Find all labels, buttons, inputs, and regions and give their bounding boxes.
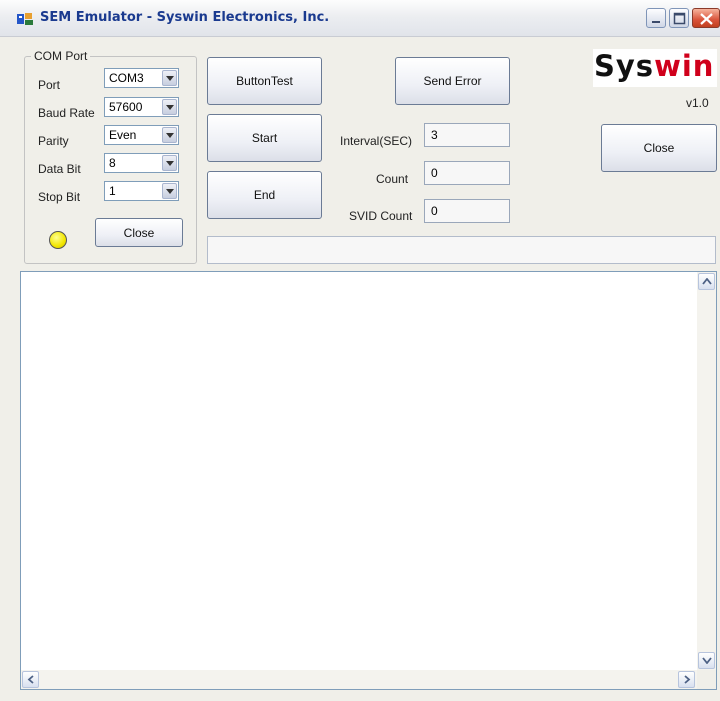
app-icon — [17, 13, 33, 25]
data-bit-select[interactable]: 8 — [104, 153, 179, 173]
baud-rate-select[interactable]: 57600 — [104, 97, 179, 117]
logo-text: Syswin — [594, 49, 714, 83]
baud-rate-dropdown-button[interactable] — [162, 99, 177, 115]
com-close-label: Close — [123, 225, 155, 240]
port-dropdown-button[interactable] — [162, 70, 177, 86]
output-log[interactable] — [20, 271, 717, 690]
start-button[interactable]: Start — [207, 114, 322, 162]
data-bit-label: Data Bit — [38, 162, 81, 176]
scroll-corner — [697, 670, 716, 689]
parity-dropdown-button[interactable] — [162, 127, 177, 143]
end-label: End — [253, 188, 276, 202]
count-label: Count — [376, 172, 409, 186]
vertical-scrollbar[interactable] — [697, 272, 716, 670]
window-close-button[interactable] — [692, 8, 720, 28]
scroll-down-button[interactable] — [698, 652, 715, 669]
end-button[interactable]: End — [207, 171, 322, 219]
connection-status-led — [49, 231, 67, 249]
version-label: v1.0 — [686, 96, 709, 110]
parity-label: Parity — [38, 134, 69, 148]
close-button[interactable]: Close — [601, 124, 717, 172]
chevron-down-icon — [166, 105, 174, 110]
chevron-up-icon — [702, 278, 712, 285]
data-bit-dropdown-button[interactable] — [162, 155, 177, 171]
svid-count-label: SVID Count — [349, 209, 413, 223]
start-label: Start — [251, 131, 278, 145]
port-value: COM3 — [109, 71, 144, 85]
window-title: SEM Emulator - Syswin Electronics, Inc. — [40, 10, 330, 25]
chevron-down-icon — [166, 133, 174, 138]
svid-count-input[interactable]: 0 — [424, 199, 510, 223]
send-error-button[interactable]: Send Error — [395, 57, 510, 105]
count-input[interactable]: 0 — [424, 161, 510, 185]
horizontal-scrollbar[interactable] — [21, 670, 697, 689]
scroll-up-button[interactable] — [698, 273, 715, 290]
title-bar[interactable]: SEM Emulator - Syswin Electronics, Inc. — [0, 0, 720, 37]
stop-bit-dropdown-button[interactable] — [162, 183, 177, 199]
scroll-left-button[interactable] — [22, 671, 39, 688]
interval-value: 3 — [431, 128, 438, 142]
main-window: SEM Emulator - Syswin Electronics, Inc. … — [0, 0, 720, 701]
chevron-left-icon — [27, 675, 34, 684]
count-value: 0 — [431, 166, 438, 180]
interval-input[interactable]: 3 — [424, 123, 510, 147]
baud-rate-label: Baud Rate — [38, 106, 95, 120]
minimize-icon — [652, 21, 660, 23]
syswin-logo: Syswin — [593, 49, 717, 87]
port-label: Port — [38, 78, 61, 92]
stop-bit-label: Stop Bit — [38, 190, 81, 204]
logo-part-sys: Sys — [594, 49, 655, 83]
port-select[interactable]: COM3 — [104, 68, 179, 88]
close-icon — [700, 13, 713, 25]
chevron-right-icon — [684, 675, 691, 684]
status-field — [207, 236, 716, 264]
logo-part-win: win — [654, 49, 715, 83]
chevron-down-icon — [702, 657, 712, 664]
maximize-button[interactable] — [669, 8, 689, 28]
minimize-button[interactable] — [646, 8, 666, 28]
chevron-down-icon — [166, 189, 174, 194]
com-port-legend: COM Port — [31, 49, 91, 63]
svid-count-value: 0 — [431, 204, 438, 218]
baud-rate-value: 57600 — [109, 100, 143, 114]
close-label: Close — [643, 141, 675, 155]
send-error-label: Send Error — [423, 74, 482, 88]
maximize-icon — [673, 12, 686, 25]
button-test-label: ButtonTest — [236, 74, 293, 88]
data-bit-value: 8 — [109, 156, 116, 170]
chevron-down-icon — [166, 161, 174, 166]
scroll-right-button[interactable] — [678, 671, 695, 688]
chevron-down-icon — [166, 76, 174, 81]
stop-bit-value: 1 — [109, 184, 116, 198]
stop-bit-select[interactable]: 1 — [104, 181, 179, 201]
button-test-button[interactable]: ButtonTest — [207, 57, 322, 105]
com-close-button[interactable]: Close — [95, 218, 183, 247]
interval-label: Interval(SEC) — [340, 134, 413, 148]
parity-select[interactable]: Even — [104, 125, 179, 145]
parity-value: Even — [109, 128, 137, 142]
